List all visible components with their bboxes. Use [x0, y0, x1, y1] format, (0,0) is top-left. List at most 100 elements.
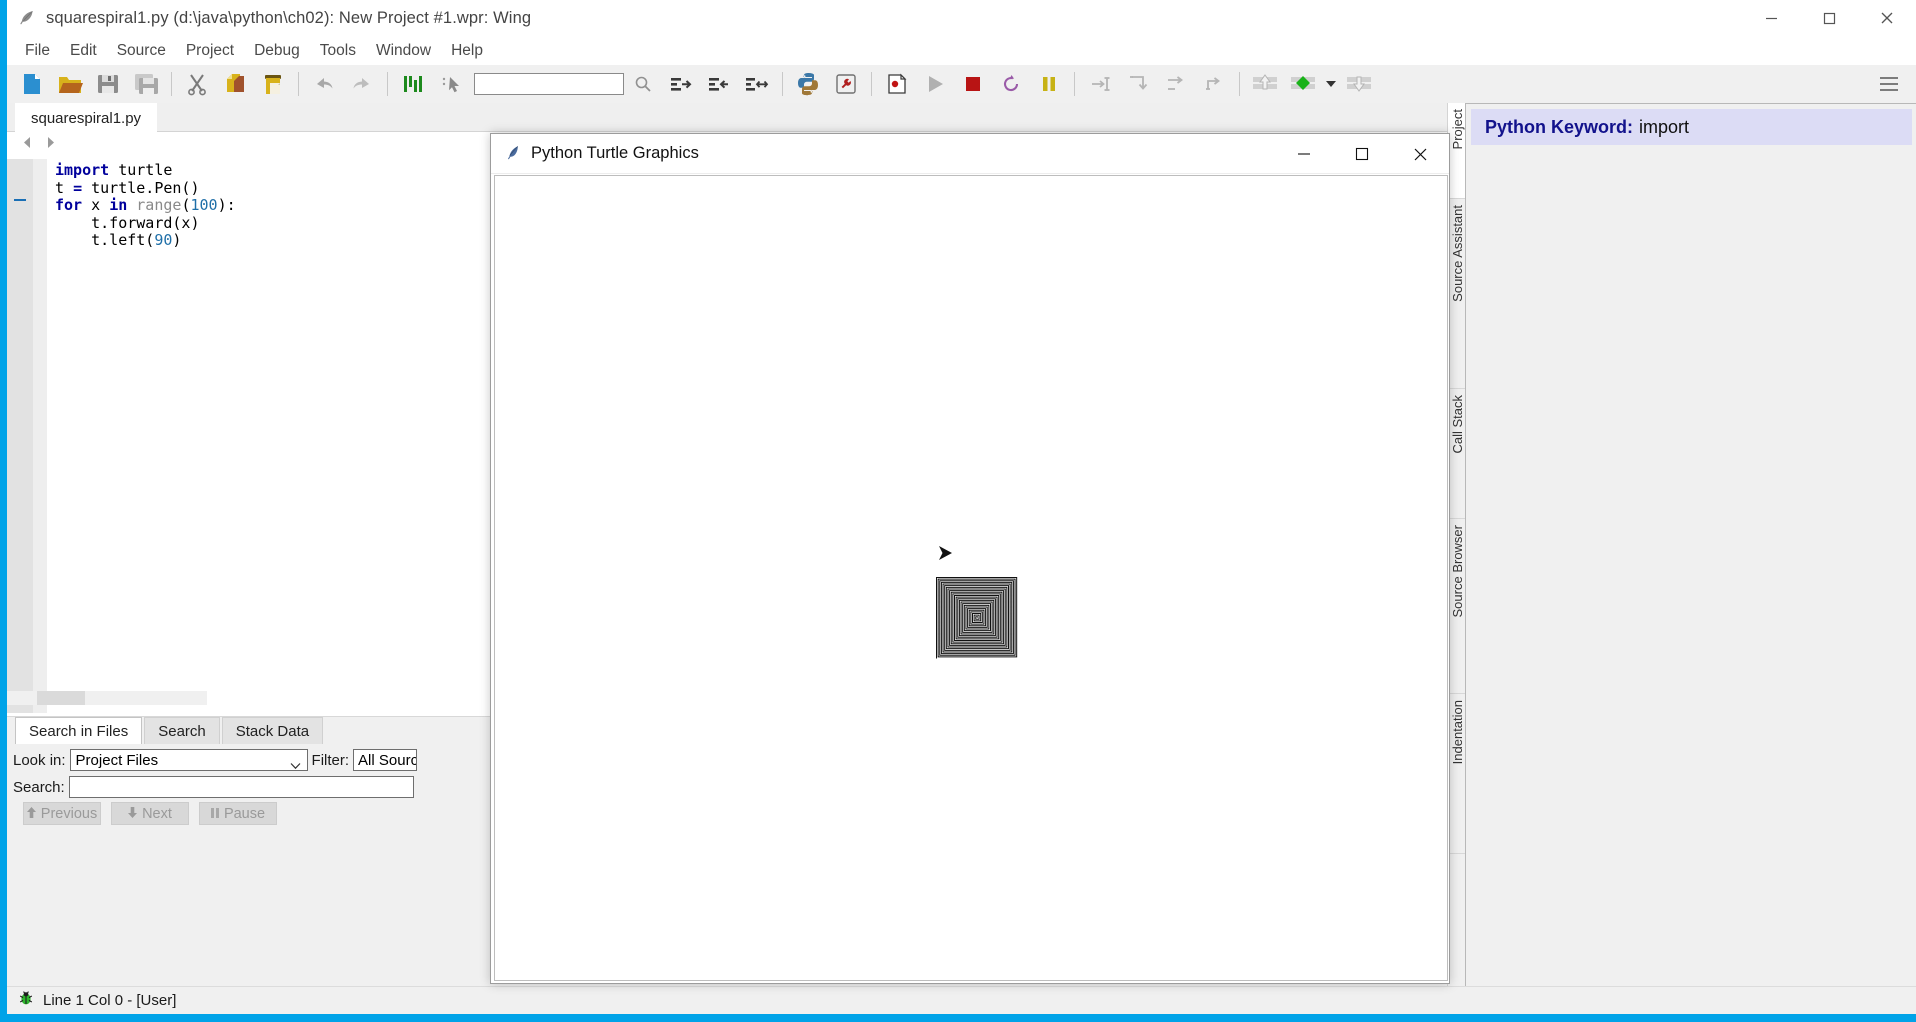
menu-debug[interactable]: Debug — [244, 39, 310, 63]
menu-tools[interactable]: Tools — [310, 39, 366, 63]
code-token: t.left( — [55, 231, 155, 249]
select-pointer-icon[interactable] — [432, 67, 470, 101]
copy-icon[interactable] — [216, 67, 254, 101]
redo-icon[interactable] — [343, 67, 381, 101]
save-icon[interactable] — [89, 67, 127, 101]
nav-forward-icon[interactable] — [44, 136, 57, 154]
turtle-close-button[interactable] — [1391, 134, 1449, 174]
open-folder-icon[interactable] — [51, 67, 89, 101]
close-button[interactable] — [1858, 0, 1916, 36]
scrollbar-thumb[interactable] — [37, 691, 85, 705]
debug-probe-icon[interactable] — [827, 67, 865, 101]
code-token: ) — [172, 231, 182, 249]
toolbar-search-input[interactable] — [474, 73, 624, 95]
set-breakpoint-icon[interactable] — [878, 67, 916, 101]
turtle-graphics-window: Python Turtle Graphics — [490, 133, 1450, 984]
indent-right-icon[interactable] — [662, 67, 700, 101]
nav-back-icon[interactable] — [21, 136, 34, 154]
indent-match-icon[interactable] — [738, 67, 776, 101]
code-token: ): — [217, 196, 236, 214]
restart-icon[interactable] — [992, 67, 1030, 101]
turtle-maximize-button[interactable] — [1333, 134, 1391, 174]
step-out-icon[interactable] — [1157, 67, 1195, 101]
menu-window[interactable]: Window — [366, 39, 441, 63]
stack-up-icon[interactable] — [1246, 67, 1284, 101]
stop-icon[interactable] — [954, 67, 992, 101]
pause-icon[interactable] — [1030, 67, 1068, 101]
pause-icon — [210, 806, 219, 822]
arrow-down-icon — [128, 806, 138, 822]
menubar: File Edit Source Project Debug Tools Win… — [7, 36, 1916, 65]
undo-icon[interactable] — [305, 67, 343, 101]
code-token: for — [55, 196, 83, 214]
code-token: turtle.Pen() — [82, 178, 200, 197]
window-controls — [1742, 0, 1916, 36]
breakpoint-margin[interactable] — [33, 159, 47, 713]
save-all-icon[interactable] — [127, 67, 165, 101]
new-file-icon[interactable] — [13, 67, 51, 101]
search-input[interactable] — [68, 776, 414, 798]
code-token: 100 — [190, 196, 218, 214]
vtab-project[interactable]: Project — [1448, 103, 1466, 199]
toolbar-separator — [387, 72, 388, 96]
maximize-button[interactable] — [1800, 0, 1858, 36]
paste-icon[interactable] — [254, 67, 292, 101]
filter-select[interactable]: All Source — [353, 749, 418, 771]
editor-horizontal-scrollbar[interactable] — [7, 691, 207, 705]
cut-icon[interactable] — [178, 67, 216, 101]
editor-tab-squarespiral1[interactable]: squarespiral1.py — [15, 103, 158, 132]
toolbar-separator — [171, 72, 172, 96]
search-label: Search: — [13, 778, 65, 796]
code-token: import — [55, 161, 110, 179]
turtle-canvas[interactable] — [494, 175, 1448, 981]
source-assistant-key: Python Keyword: — [1485, 116, 1634, 137]
step-into-icon[interactable] — [1081, 67, 1119, 101]
turtle-minimize-button[interactable] — [1275, 134, 1333, 174]
turtle-window-controls — [1275, 134, 1449, 174]
menu-help[interactable]: Help — [441, 39, 493, 63]
vtab-source-assistant[interactable]: Source Assistant — [1448, 199, 1466, 389]
hamburger-icon[interactable] — [1872, 65, 1906, 103]
vtab-source-browser[interactable]: Source Browser — [1448, 519, 1466, 694]
vtab-indentation[interactable]: Indentation — [1448, 694, 1466, 854]
toolbar-separator — [298, 72, 299, 96]
chevron-down-icon[interactable] — [1322, 67, 1340, 101]
toolbar-separator — [1239, 72, 1240, 96]
python-shell-icon[interactable] — [789, 67, 827, 101]
next-button[interactable]: Next — [111, 802, 189, 825]
run-icon[interactable] — [916, 67, 954, 101]
square-spiral-drawing — [935, 576, 1021, 665]
stack-frame-icon[interactable] — [1284, 67, 1322, 101]
tab-search[interactable]: Search — [144, 717, 220, 744]
vtab-call-stack[interactable]: Call Stack — [1448, 389, 1466, 519]
step-return-icon[interactable] — [1195, 67, 1233, 101]
minimize-button[interactable] — [1742, 0, 1800, 36]
look-in-value: Project Files — [75, 751, 159, 769]
fold-marker-for-loop[interactable] — [14, 199, 26, 201]
look-in-select[interactable]: Project Files — [69, 749, 308, 771]
menu-project[interactable]: Project — [176, 39, 244, 63]
toolbar-separator — [782, 72, 783, 96]
code-token: turtle — [109, 161, 173, 179]
window-accent-edge — [0, 0, 7, 1014]
previous-label: Previous — [40, 805, 98, 822]
code-token: t.forward(x) — [55, 213, 200, 232]
code-token: 90 — [154, 231, 173, 249]
menu-source[interactable]: Source — [107, 39, 176, 63]
menu-file[interactable]: File — [15, 39, 60, 63]
indent-guides-icon[interactable] — [394, 67, 432, 101]
step-over-icon[interactable] — [1119, 67, 1157, 101]
menu-edit[interactable]: Edit — [60, 39, 107, 63]
window-title: squarespiral1.py (d:\java\python\ch02): … — [46, 8, 532, 27]
bottom-panel-tabs: Search in Files Search Stack Data — [15, 717, 325, 744]
code-token: = — [73, 178, 83, 197]
tab-search-in-files[interactable]: Search in Files — [15, 717, 143, 744]
indent-left-icon[interactable] — [700, 67, 738, 101]
search-icon[interactable] — [624, 67, 662, 101]
tab-stack-data[interactable]: Stack Data — [221, 717, 324, 744]
pause-button[interactable]: Pause — [199, 802, 277, 825]
fold-gutter[interactable] — [7, 159, 33, 713]
previous-button[interactable]: Previous — [23, 802, 101, 825]
wing-ide-window: squarespiral1.py (d:\java\python\ch02): … — [0, 0, 1916, 1022]
stack-down-icon[interactable] — [1340, 67, 1378, 101]
